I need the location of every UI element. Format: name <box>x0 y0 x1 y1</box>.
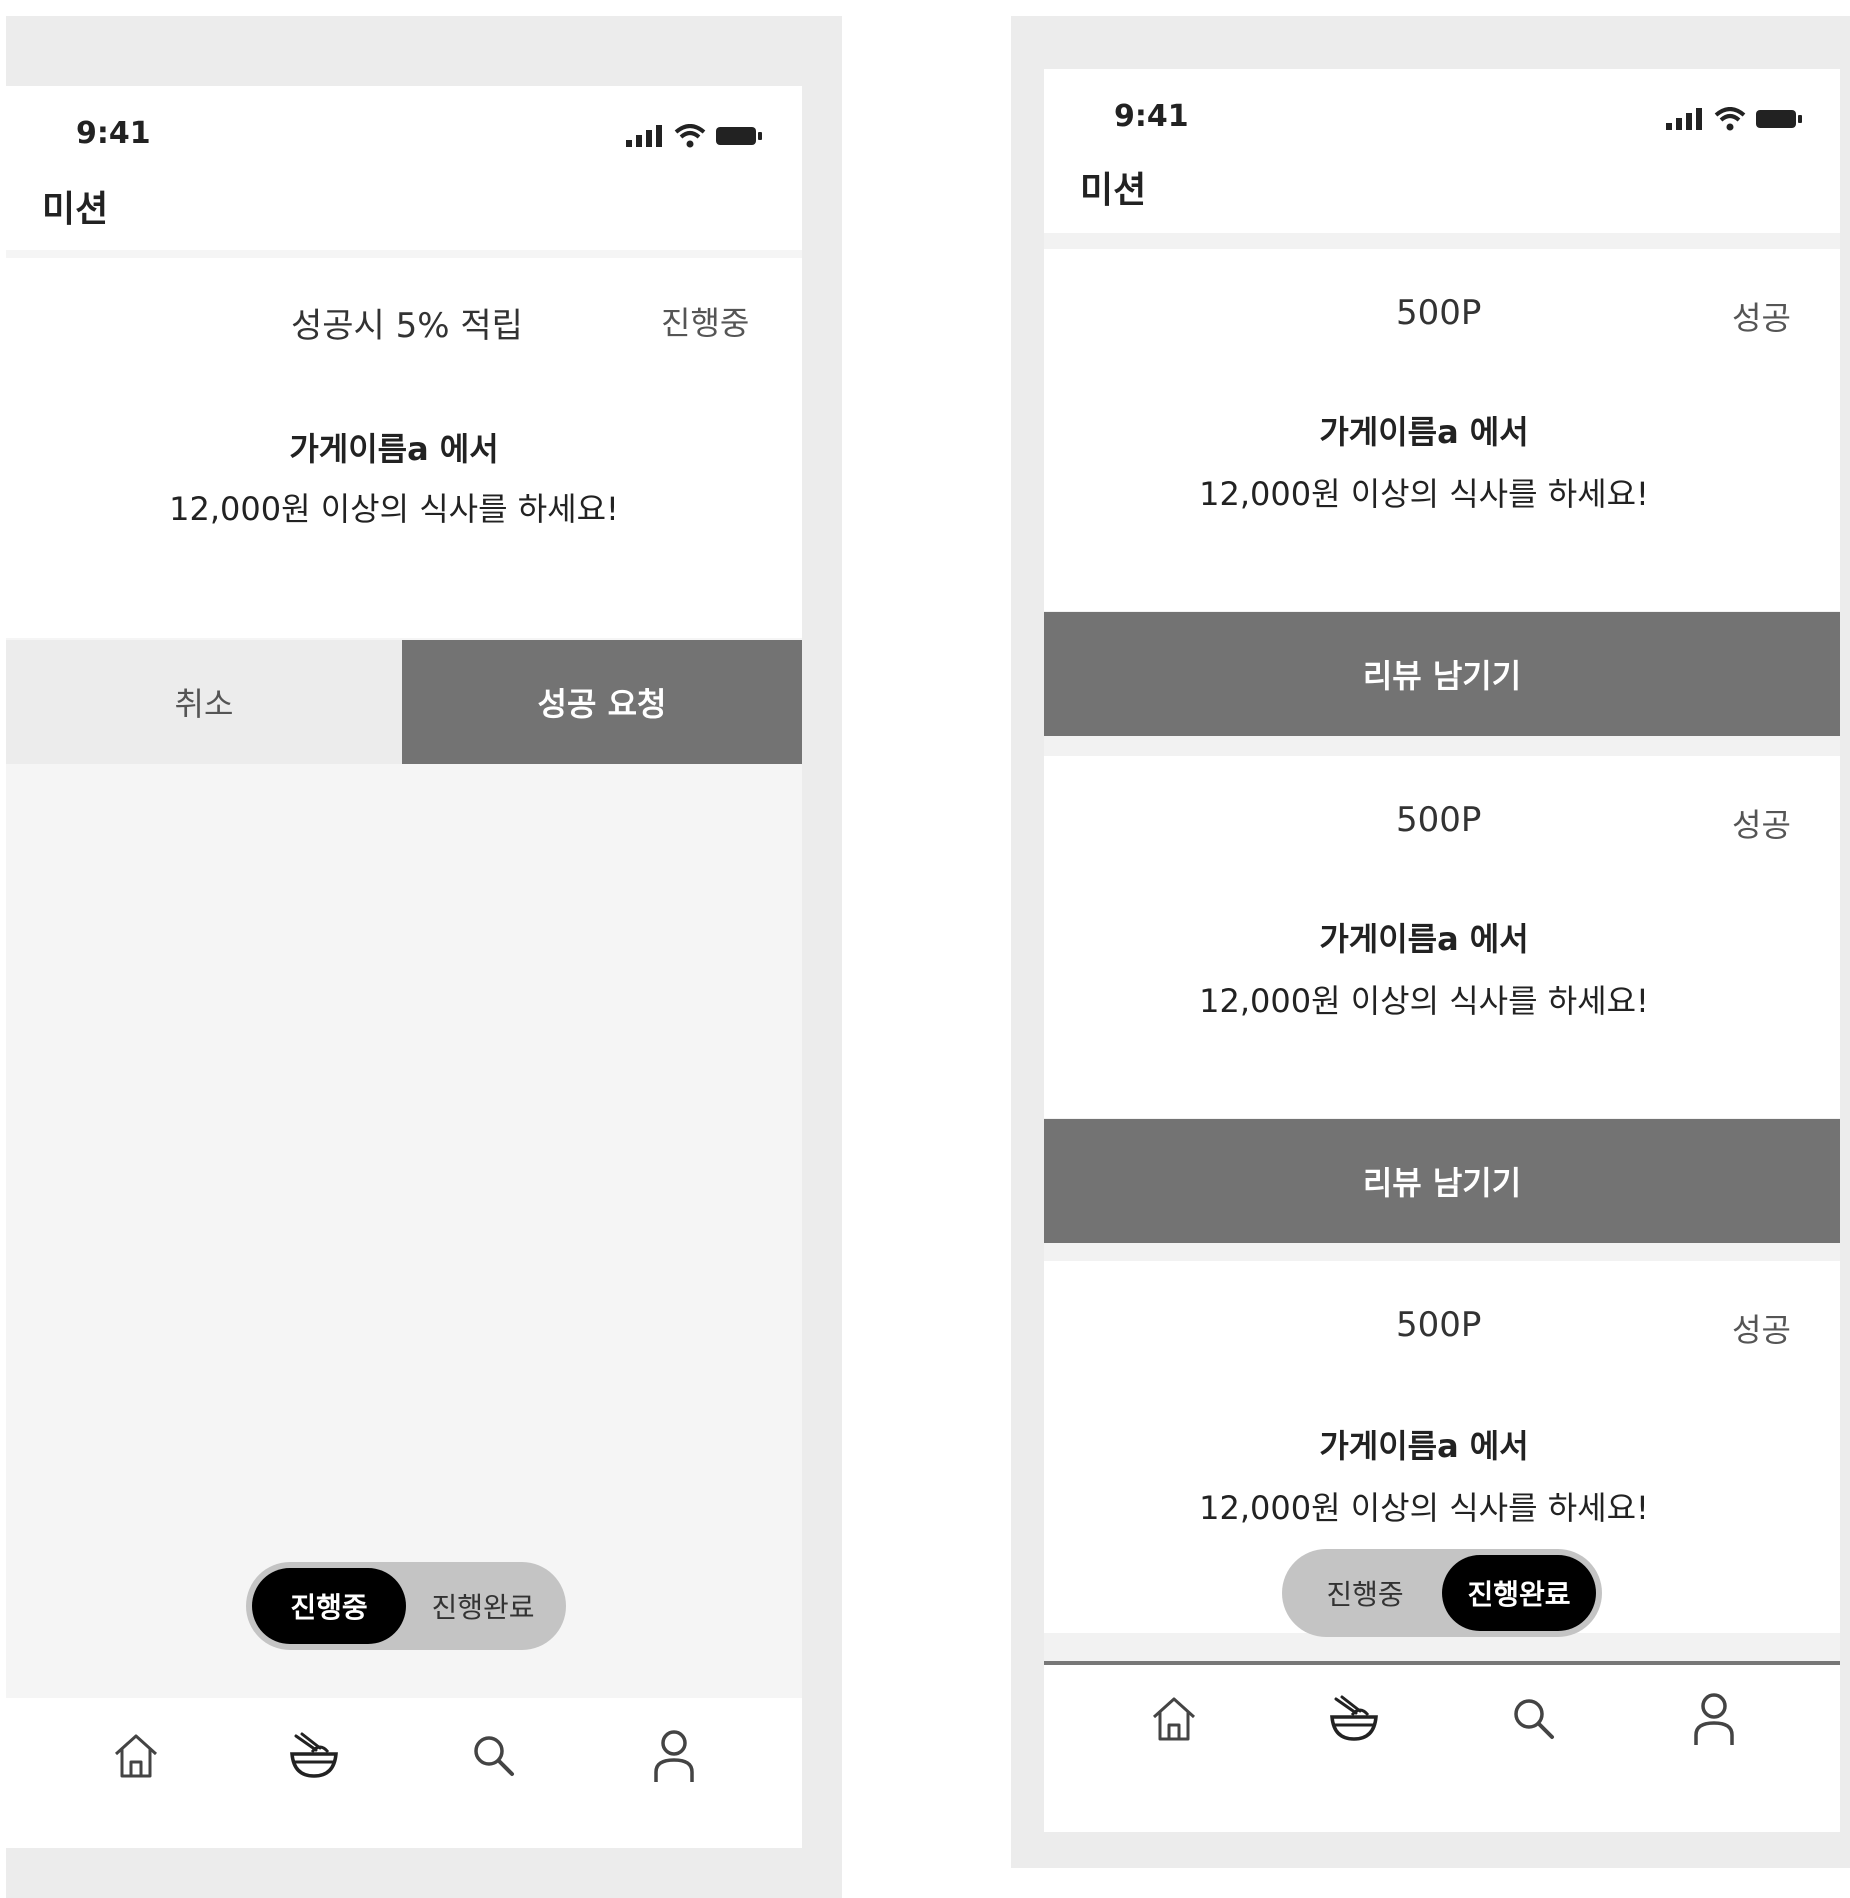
search-icon <box>1514 1699 1554 1739</box>
home-icon <box>114 1734 158 1778</box>
mission-reward: 500P <box>1396 293 1482 333</box>
mission-filter-toggle: 진행중 진행완료 <box>1282 1549 1602 1637</box>
header: 미션 <box>6 166 802 250</box>
page-title: 미션 <box>42 189 109 230</box>
profile-icon <box>1694 1693 1734 1745</box>
search-icon <box>474 1736 514 1776</box>
mission-card: 성공시 5% 적립 진행중 가게이름a 에서 12,000원 이상의 식사를 하… <box>6 258 802 638</box>
battery-icon <box>716 127 762 145</box>
status-time: 9:41 <box>1114 99 1189 134</box>
cellular-signal-icon <box>626 125 662 147</box>
review-button[interactable]: 리뷰 남기기 <box>1044 612 1840 736</box>
mission-reward: 500P <box>1396 1305 1482 1345</box>
mission-reward: 500P <box>1396 800 1482 840</box>
mission-card: 500P 성공 가게이름a 에서 12,000원 이상의 식사를 하세요! <box>1044 249 1840 611</box>
mission-status: 진행중 <box>661 304 750 342</box>
mission-description: 12,000원 이상의 식사를 하세요! <box>1199 475 1649 513</box>
status-icons <box>1666 107 1802 131</box>
tab-missions[interactable] <box>1324 1689 1384 1749</box>
review-button[interactable]: 리뷰 남기기 <box>1044 1119 1840 1243</box>
mission-store: 가게이름a 에서 <box>1319 920 1529 958</box>
food-bowl-icon <box>1330 1695 1378 1741</box>
mission-card: 500P 성공 가게이름a 에서 12,000원 이상의 식사를 하세요! <box>1044 756 1840 1118</box>
tab-search[interactable] <box>464 1726 524 1786</box>
tab-profile[interactable] <box>644 1726 704 1786</box>
page-title: 미션 <box>1080 170 1147 211</box>
bottom-tab-bar <box>6 1698 802 1848</box>
tab-home[interactable] <box>1144 1689 1204 1749</box>
tab-home[interactable] <box>106 1726 166 1786</box>
home-icon <box>1152 1697 1196 1741</box>
toggle-ongoing[interactable]: 진행중 <box>252 1568 406 1644</box>
phone-screen-ongoing: 9:41 미션 성공시 5% 적립 진행중 가게이름a 에서 12,000원 이… <box>6 86 802 1848</box>
tab-missions[interactable] <box>284 1726 344 1786</box>
mission-description: 12,000원 이상의 식사를 하세요! <box>1199 1489 1649 1527</box>
mission-store: 가게이름a 에서 <box>1319 1427 1529 1465</box>
wifi-icon <box>1714 107 1746 131</box>
cellular-signal-icon <box>1666 108 1702 130</box>
mission-description: 12,000원 이상의 식사를 하세요! <box>169 490 619 528</box>
food-bowl-icon <box>290 1732 338 1778</box>
right-screen-frame: 9:41 미션 500P 성공 가게이름a 에서 12,000원 이상의 식사를… <box>1011 16 1850 1868</box>
mission-status: 성공 <box>1732 806 1791 844</box>
status-bar: 9:41 <box>6 86 802 166</box>
mission-status: 성공 <box>1732 1311 1791 1349</box>
left-screen-frame: 9:41 미션 성공시 5% 적립 진행중 가게이름a 에서 12,000원 이… <box>6 16 842 1898</box>
mission-description: 12,000원 이상의 식사를 하세요! <box>1199 982 1649 1020</box>
phone-screen-completed: 9:41 미션 500P 성공 가게이름a 에서 12,000원 이상의 식사를… <box>1044 69 1840 1832</box>
status-icons <box>626 124 762 148</box>
mission-reward: 성공시 5% 적립 <box>291 306 523 346</box>
toggle-completed[interactable]: 진행완료 <box>406 1568 560 1644</box>
wifi-icon <box>674 124 706 148</box>
toggle-completed[interactable]: 진행완료 <box>1442 1555 1596 1631</box>
success-request-button[interactable]: 성공 요청 <box>402 640 802 764</box>
toggle-ongoing[interactable]: 진행중 <box>1288 1555 1442 1631</box>
mission-filter-toggle: 진행중 진행완료 <box>246 1562 566 1650</box>
tab-search[interactable] <box>1504 1689 1564 1749</box>
mission-store: 가게이름a 에서 <box>289 430 499 468</box>
cancel-button[interactable]: 취소 <box>6 640 402 764</box>
bottom-tab-bar <box>1044 1665 1840 1832</box>
mission-status: 성공 <box>1732 299 1791 337</box>
status-bar: 9:41 <box>1044 69 1840 149</box>
battery-icon <box>1756 110 1802 128</box>
status-time: 9:41 <box>76 116 151 151</box>
profile-icon <box>654 1730 694 1782</box>
tab-profile[interactable] <box>1684 1689 1744 1749</box>
header: 미션 <box>1044 149 1840 233</box>
mission-store: 가게이름a 에서 <box>1319 413 1529 451</box>
